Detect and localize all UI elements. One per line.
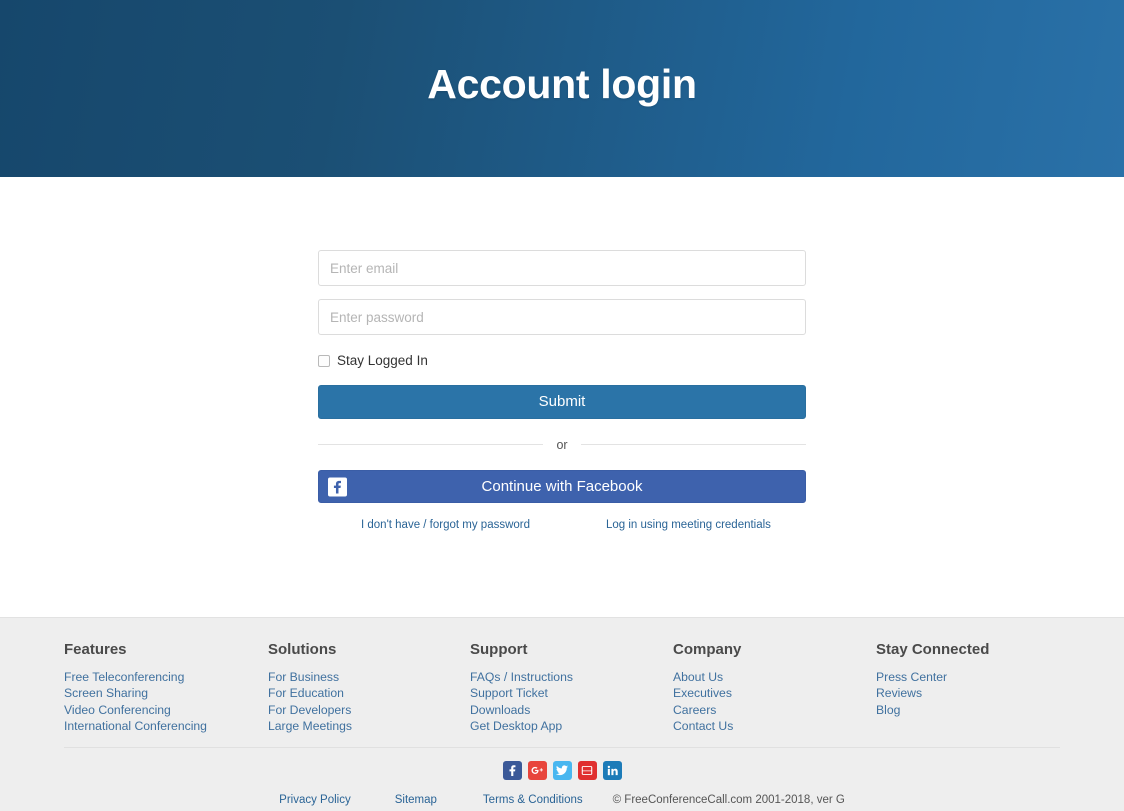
continue-with-facebook-label: Continue with Facebook — [481, 478, 643, 495]
footer-link-press-center[interactable]: Press Center — [876, 669, 1060, 685]
footer-column-company: Company About Us Executives Careers Cont… — [673, 642, 876, 734]
footer-link-video-conferencing[interactable]: Video Conferencing — [64, 702, 268, 718]
footer-link-careers[interactable]: Careers — [673, 702, 876, 718]
footer-link-reviews[interactable]: Reviews — [876, 685, 1060, 701]
footer-link-for-business[interactable]: For Business — [268, 669, 470, 685]
footer-link-support-ticket[interactable]: Support Ticket — [470, 685, 673, 701]
facebook-icon — [328, 477, 347, 496]
footer-columns: Features Free Teleconferencing Screen Sh… — [0, 618, 1124, 734]
footer-link-blog[interactable]: Blog — [876, 702, 1060, 718]
linkedin-icon[interactable] — [602, 761, 622, 780]
footer-column-features: Features Free Teleconferencing Screen Sh… — [64, 642, 268, 734]
alternate-login-links: I don't have / forgot my password Log in… — [318, 519, 806, 536]
or-divider-label: or — [556, 437, 568, 452]
main-content: Stay Logged In Submit or Continue with F… — [0, 177, 1124, 617]
google-plus-icon[interactable] — [527, 761, 547, 780]
footer-divider — [64, 747, 1060, 748]
email-input[interactable] — [318, 250, 806, 286]
footer-column-title: Support — [470, 641, 528, 658]
meeting-credentials-link[interactable]: Log in using meeting credentials — [606, 519, 771, 532]
stay-logged-in-checkbox[interactable] — [318, 354, 330, 367]
twitter-icon[interactable] — [552, 761, 572, 780]
youtube-icon[interactable] — [577, 761, 597, 780]
footer-column-title: Solutions — [268, 641, 337, 658]
forgot-password-link[interactable]: I don't have / forgot my password — [361, 519, 530, 532]
or-divider-line-left — [318, 444, 544, 446]
footer-link-for-developers[interactable]: For Developers — [268, 702, 470, 718]
footer-link-screen-sharing[interactable]: Screen Sharing — [64, 685, 268, 701]
sitemap-link[interactable]: Sitemap — [395, 794, 437, 807]
footer-link-contact-us[interactable]: Contact Us — [673, 718, 876, 734]
submit-button[interactable]: Submit — [318, 384, 806, 419]
terms-and-conditions-link[interactable]: Terms & Conditions — [483, 794, 583, 807]
stay-logged-in-row[interactable]: Stay Logged In — [318, 354, 806, 368]
page-hero-banner: Account login — [0, 0, 1124, 177]
site-footer: Features Free Teleconferencing Screen Sh… — [0, 617, 1124, 811]
footer-link-large-meetings[interactable]: Large Meetings — [268, 718, 470, 734]
facebook-icon[interactable] — [502, 761, 522, 780]
social-links — [0, 761, 1124, 780]
footer-column-title: Stay Connected — [876, 641, 990, 658]
page-title: Account login — [427, 61, 697, 107]
footer-column-stay-connected: Stay Connected Press Center Reviews Blog — [876, 642, 1060, 734]
footer-link-free-teleconferencing[interactable]: Free Teleconferencing — [64, 669, 268, 685]
or-divider: or — [318, 437, 806, 452]
footer-column-solutions: Solutions For Business For Education For… — [268, 642, 470, 734]
stay-logged-in-label: Stay Logged In — [337, 353, 428, 368]
or-divider-line-right — [580, 444, 806, 446]
footer-link-for-education[interactable]: For Education — [268, 685, 470, 701]
copyright-text: © FreeConferenceCall.com 2001-2018, ver … — [612, 794, 845, 806]
footer-link-about-us[interactable]: About Us — [673, 669, 876, 685]
footer-link-international-conferencing[interactable]: International Conferencing — [64, 718, 268, 734]
privacy-policy-link[interactable]: Privacy Policy — [279, 794, 351, 807]
footer-link-executives[interactable]: Executives — [673, 685, 876, 701]
password-input[interactable] — [318, 299, 806, 335]
footer-column-title: Company — [673, 641, 742, 658]
continue-with-facebook-button[interactable]: Continue with Facebook — [318, 470, 806, 503]
footer-column-support: Support FAQs / Instructions Support Tick… — [470, 642, 673, 734]
footer-link-faqs-instructions[interactable]: FAQs / Instructions — [470, 669, 673, 685]
footer-link-get-desktop-app[interactable]: Get Desktop App — [470, 718, 673, 734]
footer-column-title: Features — [64, 641, 127, 658]
login-form: Stay Logged In Submit or Continue with F… — [318, 250, 806, 617]
footer-link-downloads[interactable]: Downloads — [470, 702, 673, 718]
footer-bottom-bar: Privacy Policy Sitemap Terms & Condition… — [0, 794, 1124, 807]
